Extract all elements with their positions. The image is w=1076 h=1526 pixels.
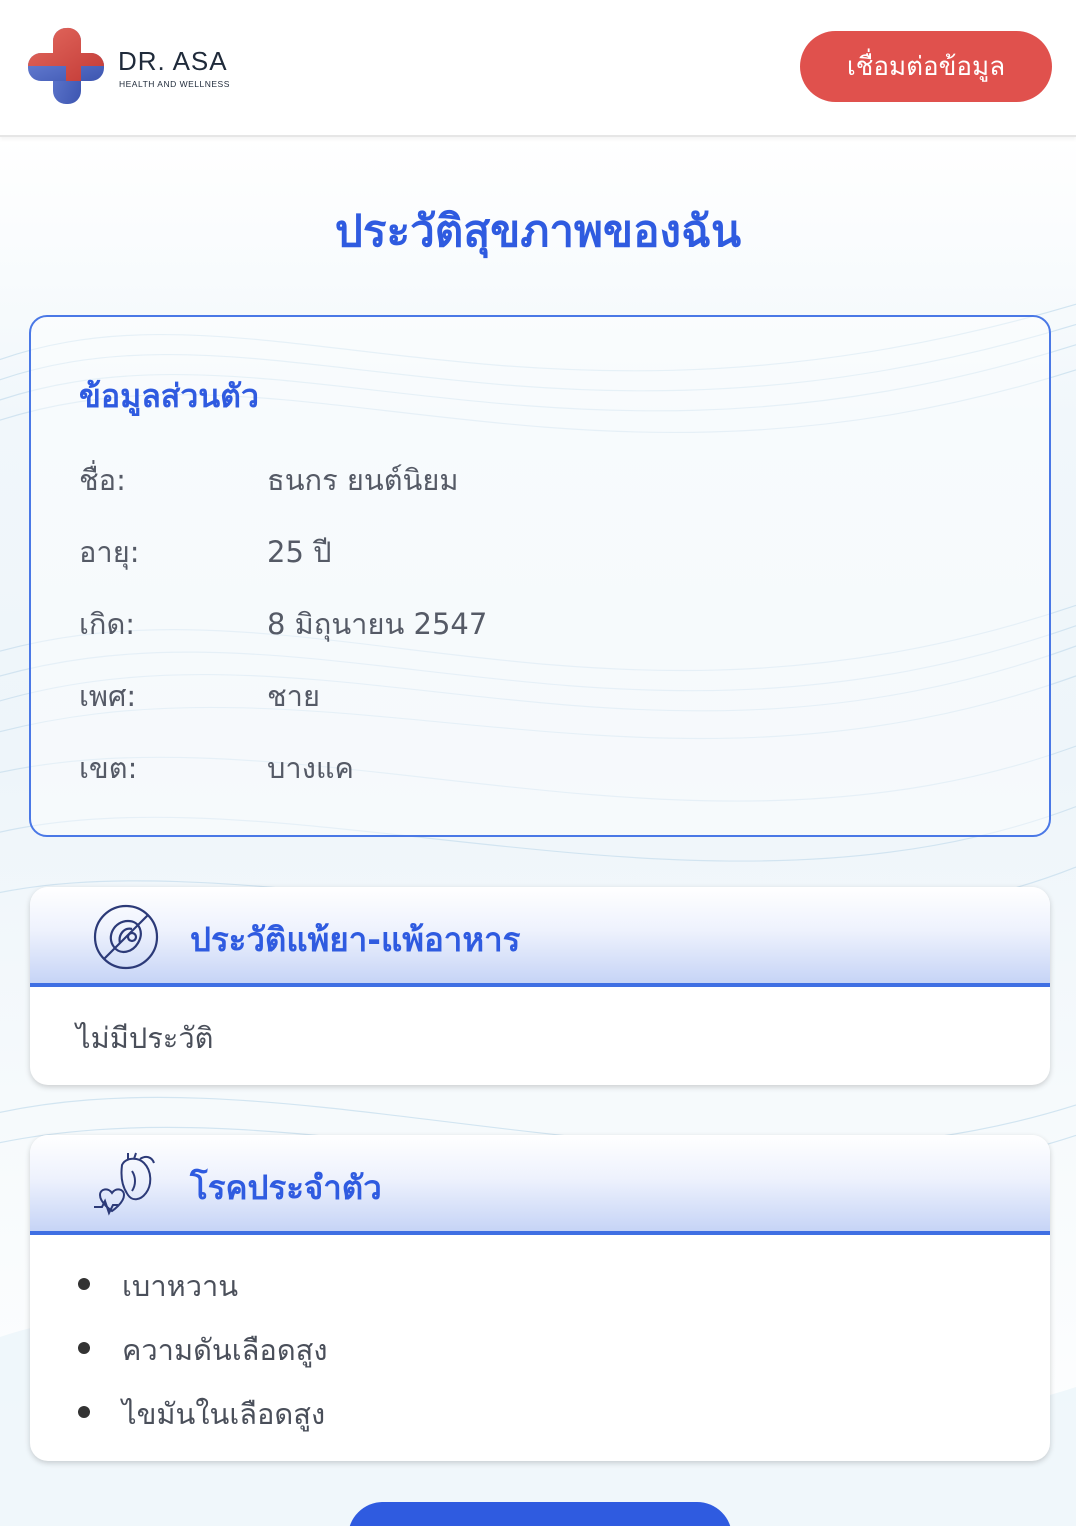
info-label: เขต: <box>79 751 138 785</box>
condition-list-item: เบาหวาน <box>76 1263 976 1303</box>
info-value: ธนกร ยนต์นิยม <box>267 463 459 497</box>
personal-info-card: ข้อมูลส่วนตัว ชื่อ: ธนกร ยนต์นิยม อายุ: … <box>29 315 1051 837</box>
medical-cross-logo-icon <box>28 27 105 104</box>
condition-text: เบาหวาน <box>122 1269 239 1303</box>
condition-text: ไขมันในเลือดสูง <box>122 1397 326 1431</box>
chronic-conditions-card: โรคประจำตัว เบาหวาน ความดันเลือดสูง ไขมั… <box>30 1135 1050 1461</box>
info-label: เพศ: <box>79 679 137 713</box>
info-label: ชื่อ: <box>79 463 126 497</box>
allergy-card-title: ประวัติแพ้ยา-แพ้อาหาร <box>190 920 521 959</box>
conditions-card-title: โรคประจำตัว <box>190 1168 382 1207</box>
logo-subtitle: HEALTH AND WELLNESS <box>119 79 230 89</box>
allergy-card-header[interactable]: ประวัติแพ้ยา-แพ้อาหาร <box>30 887 1050 987</box>
info-row-name: ชื่อ: ธนกร ยนต์นิยม <box>79 457 979 497</box>
allergy-body-text: ไม่มีประวัติ <box>76 1021 214 1055</box>
info-value: ชาย <box>267 679 320 713</box>
dr-asa-logo[interactable]: DR. ASA HEALTH AND WELLNESS <box>26 26 229 106</box>
info-value: 25 ปี <box>267 535 332 569</box>
info-row-birthdate: เกิด: 8 มิถุนายน 2547 <box>79 601 979 641</box>
condition-list-item: ความดันเลือดสูง <box>76 1327 976 1367</box>
info-label: เกิด: <box>79 607 136 641</box>
info-value: 8 มิถุนายน 2547 <box>267 607 488 641</box>
connect-data-button[interactable]: เชื่อมต่อข้อมูล <box>800 31 1052 102</box>
allergy-history-card: ประวัติแพ้ยา-แพ้อาหาร ไม่มีประวัติ <box>30 887 1050 1085</box>
bullet-dot <box>78 1278 90 1290</box>
personal-info-title: ข้อมูลส่วนตัว <box>79 377 259 415</box>
conditions-card-header[interactable]: โรคประจำตัว <box>30 1135 1050 1235</box>
condition-list-item: ไขมันในเลือดสูง <box>76 1391 976 1431</box>
bullet-dot <box>78 1342 90 1354</box>
heart-organ-icon <box>94 1152 155 1216</box>
no-allergy-icon <box>93 904 159 970</box>
info-row-gender: เพศ: ชาย <box>79 673 979 713</box>
top-header: DR. ASA HEALTH AND WELLNESS เชื่อมต่อข้อ… <box>0 0 1076 137</box>
bottom-action-button[interactable] <box>348 1502 732 1526</box>
page-title: ประวัติสุขภาพของฉัน <box>334 206 742 257</box>
info-value: บางแค <box>267 751 354 785</box>
info-row-age: อายุ: 25 ปี <box>79 529 979 569</box>
logo-title: DR. ASA <box>118 46 228 76</box>
info-label: อายุ: <box>79 535 140 569</box>
info-row-district: เขต: บางแค <box>79 745 979 785</box>
condition-text: ความดันเลือดสูง <box>122 1333 328 1367</box>
bullet-dot <box>78 1406 90 1418</box>
